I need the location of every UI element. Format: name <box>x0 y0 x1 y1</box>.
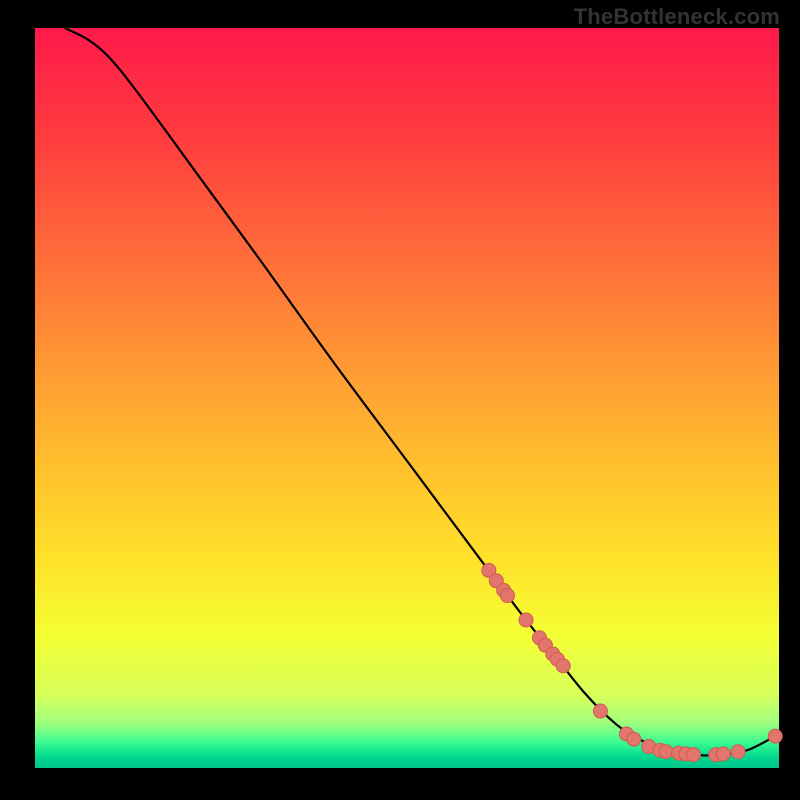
data-marker <box>716 747 730 761</box>
watermark-label: TheBottleneck.com <box>574 4 780 30</box>
chart-container: TheBottleneck.com <box>0 0 800 800</box>
data-marker <box>686 748 700 762</box>
data-marker <box>731 745 745 759</box>
gradient-background <box>35 28 779 768</box>
data-marker <box>519 613 533 627</box>
data-marker <box>556 659 570 673</box>
data-marker <box>500 589 514 603</box>
data-marker <box>659 745 673 759</box>
data-marker <box>593 704 607 718</box>
bottleneck-chart <box>0 0 800 800</box>
data-marker <box>768 729 782 743</box>
data-marker <box>627 732 641 746</box>
